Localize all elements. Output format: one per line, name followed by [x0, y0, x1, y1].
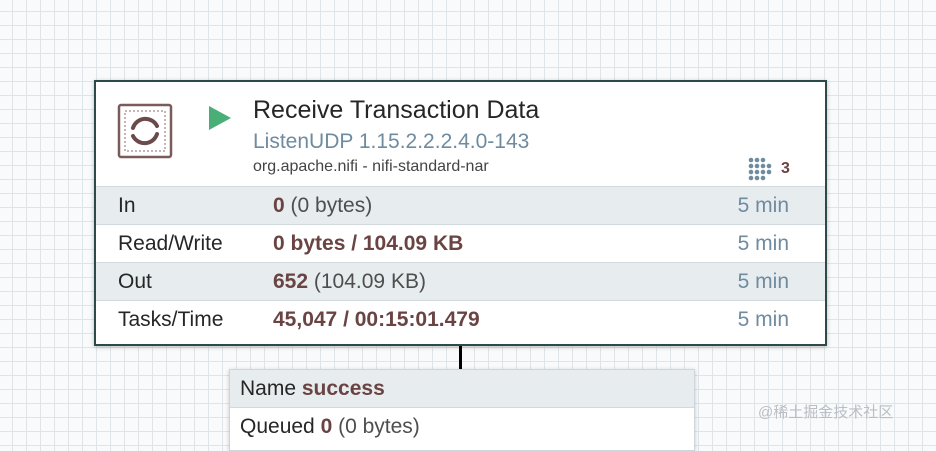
stat-row-in: In 0 (0 bytes) 5 min: [96, 186, 825, 224]
connection-queued-size: (0 bytes): [332, 415, 420, 438]
stat-value: 0 bytes / 104.09 KB: [273, 232, 464, 255]
stat-label: Read/Write: [118, 232, 223, 255]
active-threads-count: 3: [781, 160, 790, 177]
stat-row-out: Out 652 (104.09 KB) 5 min: [96, 262, 825, 300]
processor-icon: [116, 102, 174, 160]
active-threads: 3: [747, 157, 790, 181]
connection-label[interactable]: Name success Queued 0 (0 bytes): [229, 369, 695, 451]
processor-header: Receive Transaction Data ListenUDP 1.15.…: [96, 82, 825, 186]
connection-name-row: Name success: [230, 370, 694, 408]
processor-stats: In 0 (0 bytes) 5 min Read/Write 0 bytes …: [96, 186, 825, 338]
processor-type: ListenUDP 1.15.2.2.2.4.0-143: [253, 130, 530, 153]
processor-bundle: org.apache.nifi - nifi-standard-nar: [253, 158, 489, 175]
stat-time: 5 min: [737, 232, 789, 255]
connection-queued-label: Queued: [240, 415, 315, 438]
stat-time: 5 min: [737, 308, 789, 331]
stat-time: 5 min: [737, 270, 789, 293]
threads-icon: [748, 157, 772, 181]
connection-name-value: success: [301, 377, 385, 400]
stat-value: 45,047 / 00:15:01.479: [273, 308, 480, 331]
stat-label: Tasks/Time: [118, 308, 224, 331]
stat-value: 652 (104.09 KB): [273, 270, 426, 293]
connection-queued-count: 0: [320, 415, 333, 438]
watermark: @稀土掘金技术社区: [758, 404, 894, 421]
processor-name: Receive Transaction Data: [253, 96, 540, 124]
connection-name-label: Name: [240, 377, 297, 400]
stat-value: 0 (0 bytes): [273, 194, 373, 217]
connection-queued-row: Queued 0 (0 bytes): [230, 408, 694, 446]
stat-row-read-write: Read/Write 0 bytes / 104.09 KB 5 min: [96, 224, 825, 262]
play-icon: [209, 106, 231, 130]
stat-row-tasks-time: Tasks/Time 45,047 / 00:15:01.479 5 min: [96, 300, 825, 338]
processor-component[interactable]: Receive Transaction Data ListenUDP 1.15.…: [94, 80, 827, 346]
stat-time: 5 min: [737, 194, 789, 217]
connection-line[interactable]: [459, 346, 462, 370]
stat-label: In: [118, 194, 136, 217]
stat-label: Out: [118, 270, 152, 293]
